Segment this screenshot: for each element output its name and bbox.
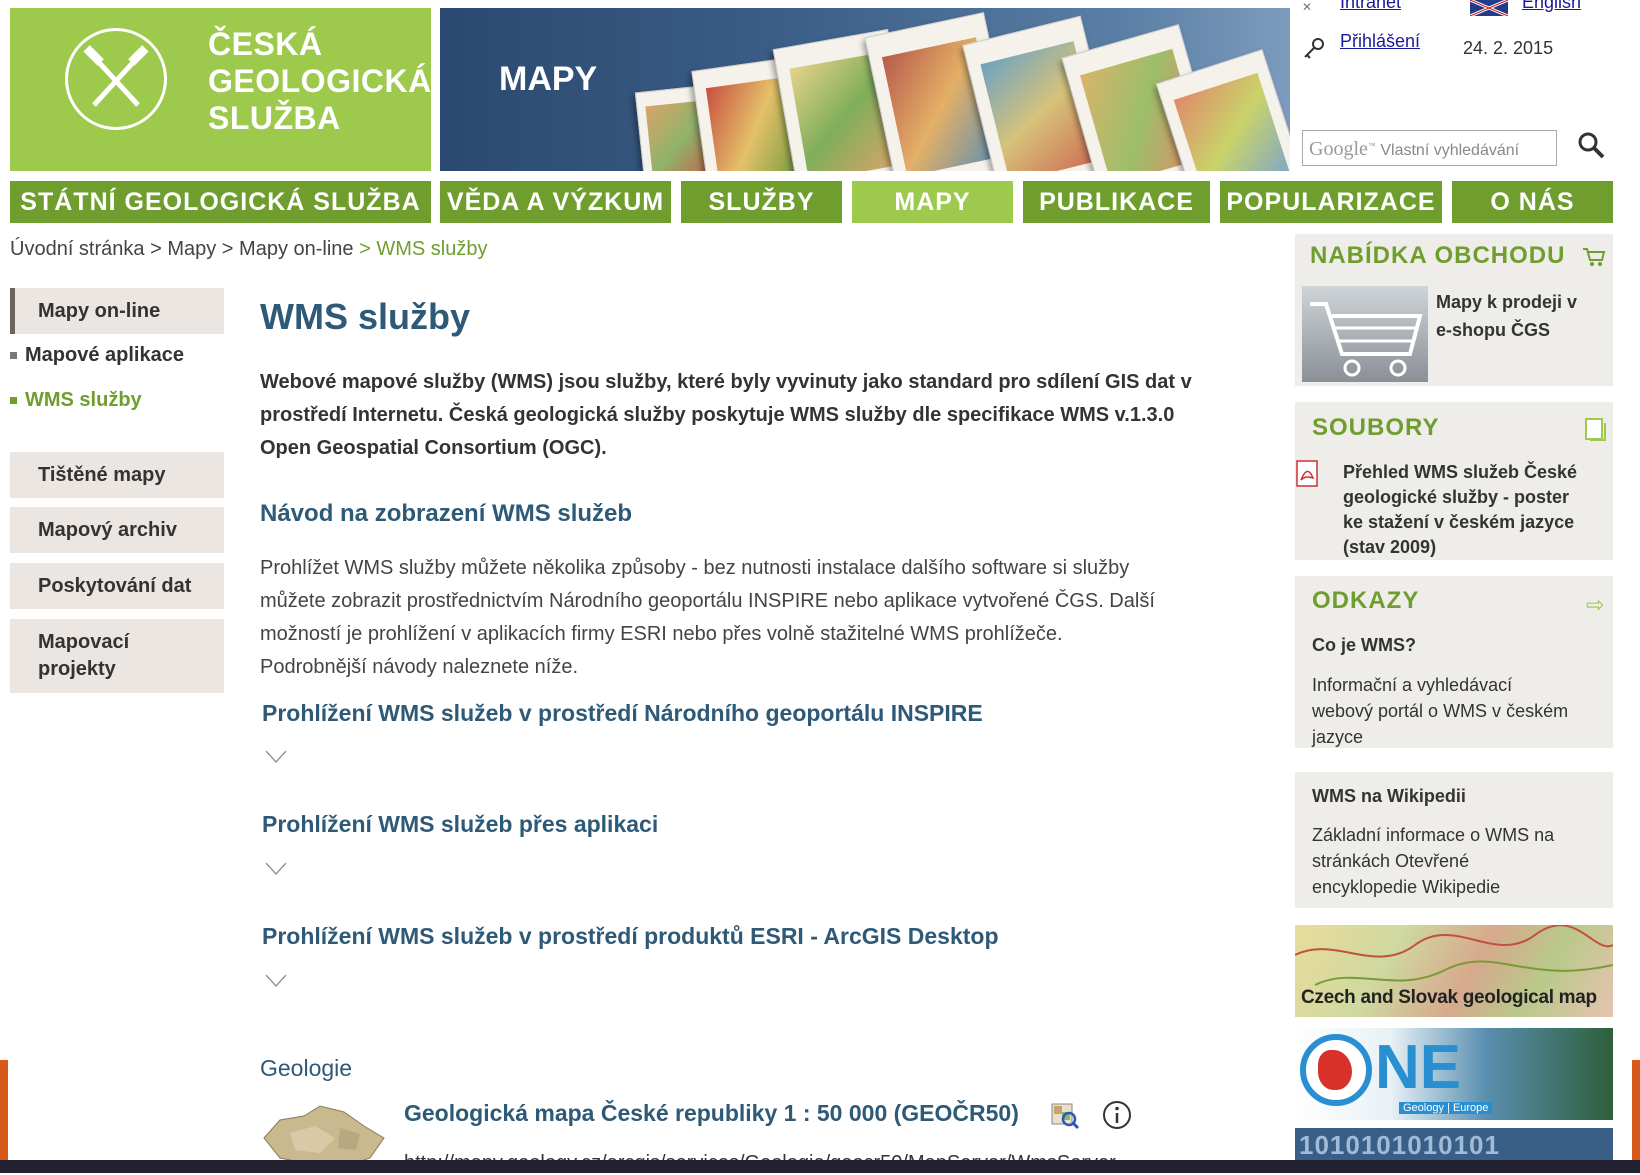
banner-czech-slovak-map[interactable]: Czech and Slovak geological map [1295, 925, 1613, 1017]
logo-line-2: GEOLOGICKÁ [208, 63, 432, 99]
taskbar [0, 1160, 1640, 1173]
category-label: Geologie [260, 1055, 353, 1081]
search-placeholder: Vlastní vyhledávání [1380, 142, 1520, 159]
current-date: 24. 2. 2015 [1463, 38, 1554, 58]
breadcrumb-mapy[interactable]: Mapy [167, 238, 216, 260]
left-menu-poskytovani-dat[interactable]: Poskytování dat [10, 563, 224, 609]
chevron-down-icon[interactable] [265, 862, 287, 876]
pdf-icon [1295, 460, 1321, 493]
hammers-seal-icon [65, 28, 167, 130]
left-menu-wms-sluzby[interactable]: WMS služby [10, 389, 142, 412]
onegeology-logo-text: NE [1375, 1033, 1462, 1102]
banner-binary[interactable]: 1010101010101 [1295, 1128, 1613, 1160]
nav-item-statni-geologicka-sluzba[interactable]: STÁTNÍ GEOLOGICKÁ SLUŽBA [10, 181, 431, 223]
breadcrumb-current: WMS služby [376, 238, 488, 260]
arrow-right-icon: ⇨ [1586, 592, 1605, 617]
accordion-title-inspire[interactable]: Prohlížení WMS služeb v prostředí Národn… [262, 700, 983, 727]
banner-czech-slovak-label: Czech and Slovak geological map [1301, 987, 1597, 1008]
left-menu-tistene-mapy[interactable]: Tištěné mapy [10, 452, 224, 498]
intro-text: Webové mapové služby (WMS) jsou služby, … [260, 371, 1192, 459]
english-link[interactable]: English [1522, 0, 1581, 13]
cart-icon [1582, 246, 1606, 273]
document-icon [1585, 418, 1607, 447]
breadcrumb-home[interactable]: Úvodní stránka [10, 238, 145, 260]
binary-text: 1010101010101 [1299, 1130, 1500, 1160]
link-wms-wikipedie-desc: Základní informace o WMS na stránkách Ot… [1312, 825, 1555, 897]
banner-title: MAPY [499, 60, 598, 98]
bullet-icon [10, 352, 17, 360]
shop-thumbnail[interactable] [1302, 286, 1428, 382]
banner-onegeology[interactable]: NE Geology | Europe [1295, 1028, 1613, 1120]
left-menu-mapy-online[interactable]: Mapy on-line [10, 288, 224, 334]
search-icon[interactable] [1576, 130, 1606, 165]
nav-item-sluzby[interactable]: SLUŽBY [681, 181, 842, 223]
file-link-poster[interactable]: Přehled WMS služeb České geologické služ… [1343, 460, 1577, 560]
login-link[interactable]: Přihlášení [1340, 31, 1420, 52]
link-wms-wikipedie[interactable]: WMS na Wikipedii [1312, 782, 1466, 810]
files-title: SOUBORY [1312, 414, 1440, 441]
nav-item-veda-a-vyzkum[interactable]: VĚDA A VÝZKUM [440, 181, 671, 223]
chevron-down-icon[interactable] [265, 974, 287, 988]
left-menu-mapovy-archiv[interactable]: Mapový archiv [10, 507, 224, 553]
accordion-title-esri[interactable]: Prohlížení WMS služeb v prostředí produk… [262, 923, 999, 950]
accordion-title-aplikace[interactable]: Prohlížení WMS služeb přes aplikaci [262, 811, 658, 838]
onegeology-sub: Geology | Europe [1399, 1102, 1493, 1114]
key-icon [1302, 36, 1326, 65]
section-heading: Návod na zobrazení WMS služeb [260, 500, 633, 527]
bullet-icon [10, 397, 17, 405]
uk-flag-icon [1469, 0, 1509, 18]
onegeology-globe-icon [1300, 1034, 1372, 1106]
shop-link[interactable]: Mapy k prodeji v e-shopu ČGS [1436, 288, 1577, 344]
window-edge-left [0, 1060, 8, 1160]
info-icon[interactable] [1102, 1100, 1132, 1135]
site-logo[interactable]: ČESKÁ GEOLOGICKÁ SLUŽBA [10, 8, 431, 171]
chevron-down-icon[interactable] [265, 750, 287, 764]
link-co-je-wms-desc: Informační a vyhledávací webový portál o… [1312, 675, 1569, 747]
nav-item-publikace[interactable]: PUBLIKACE [1023, 181, 1210, 223]
links-title: ODKAZY [1312, 587, 1420, 614]
intranet-icon: ✕ [1302, 0, 1313, 14]
logo-line-1: ČESKÁ [208, 26, 323, 62]
logo-line-3: SLUŽBA [208, 100, 341, 136]
shop-title: NABÍDKA OBCHODU [1310, 242, 1566, 269]
intranet-link[interactable]: Intranet [1340, 0, 1401, 13]
search-input[interactable]: Google™ Vlastní vyhledávání [1302, 130, 1557, 166]
google-brand: Google [1309, 138, 1368, 160]
nav-item-o-nas[interactable]: O NÁS [1452, 181, 1613, 223]
breadcrumb: Úvodní stránka > Mapy > Mapy on-line > W… [10, 238, 488, 260]
link-co-je-wms[interactable]: Co je WMS? [1312, 631, 1416, 659]
window-edge-right [1632, 1060, 1640, 1160]
service-link-geocr50[interactable]: Geologická mapa České republiky 1 : 50 0… [404, 1100, 1019, 1127]
map-preview-icon[interactable] [1050, 1100, 1080, 1135]
left-menu-mapove-aplikace[interactable]: Mapové aplikace [10, 344, 184, 367]
nav-item-mapy[interactable]: MAPY [852, 181, 1013, 223]
body-text: Prohlížet WMS služby můžete několika způ… [260, 557, 1155, 678]
breadcrumb-mapy-online[interactable]: Mapy on-line [239, 238, 354, 260]
nav-item-popularizace[interactable]: POPULARIZACE [1220, 181, 1442, 223]
page-title: WMS služby [260, 296, 471, 337]
left-menu-mapovaci-projekty[interactable]: Mapovací projekty [10, 619, 224, 693]
